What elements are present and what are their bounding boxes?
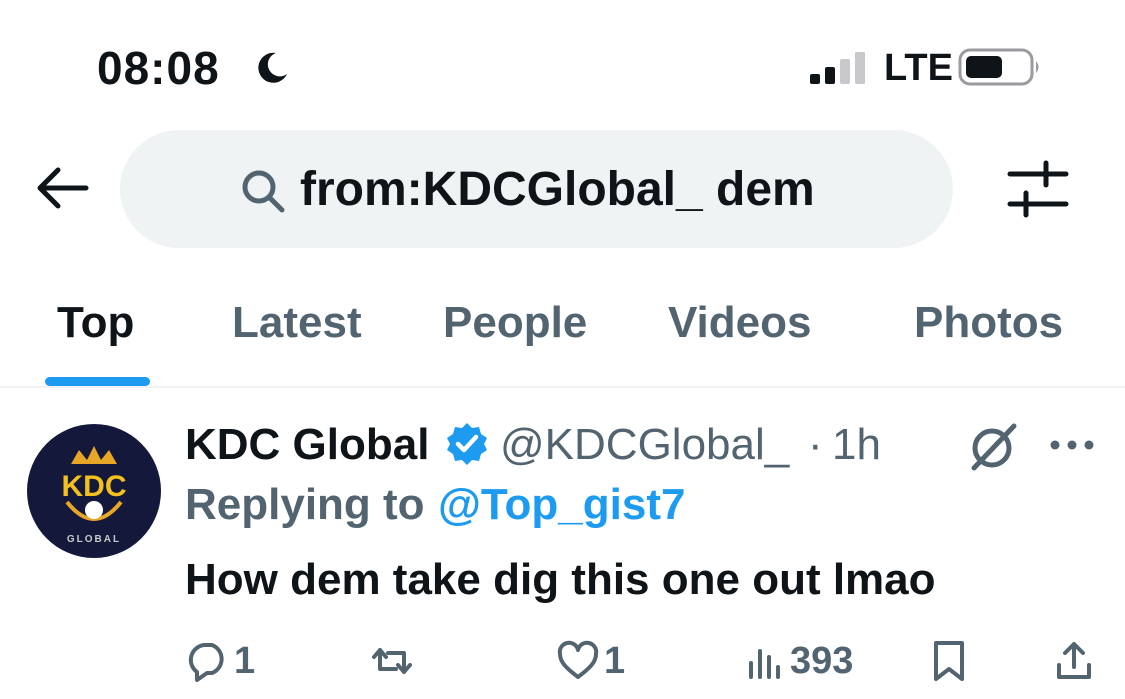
tab-top[interactable]: Top — [57, 296, 134, 350]
bookmark-button[interactable] — [930, 636, 968, 686]
author-name[interactable]: KDC Global — [185, 418, 429, 472]
share-icon — [1057, 642, 1091, 679]
meta-separator: · — [808, 420, 823, 469]
search-icon — [242, 170, 285, 213]
share-button[interactable] — [1054, 636, 1094, 686]
battery-icon — [958, 48, 1039, 86]
status-time: 08:08 — [97, 42, 220, 94]
like-button[interactable]: 1 — [556, 636, 625, 686]
bookmark-icon — [934, 641, 964, 681]
tweet-timestamp[interactable]: 1h — [832, 418, 881, 472]
avatar-logo-text: KDC — [62, 470, 127, 503]
verified-badge-icon — [447, 423, 487, 465]
views-button[interactable]: 393 — [746, 636, 853, 686]
tab-latest[interactable]: Latest — [232, 296, 362, 350]
like-count: 1 — [604, 640, 626, 682]
tab-videos[interactable]: Videos — [668, 296, 811, 350]
cellular-signal-icon — [810, 52, 865, 84]
reply-button[interactable]: 1 — [186, 636, 255, 686]
reply-icon — [188, 643, 224, 682]
avatar-logo-subtext: GLOBAL — [67, 534, 121, 545]
tweet-text: How dem take dig this one out lmao — [185, 555, 936, 604]
heart-icon — [557, 640, 599, 679]
avatar[interactable]: KDC GLOBAL — [27, 424, 161, 558]
active-tab-indicator — [45, 377, 150, 386]
network-type: LTE — [884, 47, 953, 89]
tab-people[interactable]: People — [443, 296, 587, 350]
replying-to-label: Replying to — [185, 480, 425, 529]
filter-settings-icon[interactable] — [1006, 160, 1070, 220]
more-options-icon[interactable] — [1048, 430, 1096, 460]
search-query[interactable]: from:KDCGlobal_ dem — [300, 160, 815, 220]
views-chart-icon — [749, 649, 780, 679]
reply-to-handle[interactable]: @Top_gist7 — [438, 478, 685, 532]
view-count: 393 — [790, 640, 854, 682]
tabs-divider — [0, 386, 1125, 388]
moon-icon — [258, 52, 287, 83]
kdc-logo: KDC GLOBAL — [62, 446, 127, 545]
back-arrow-icon[interactable] — [32, 164, 90, 212]
author-handle[interactable]: @KDCGlobal_ — [500, 418, 789, 472]
reply-count: 1 — [234, 640, 256, 682]
repost-icon — [372, 648, 412, 674]
repost-button[interactable] — [368, 636, 420, 686]
grok-icon[interactable] — [968, 420, 1020, 472]
tab-photos[interactable]: Photos — [914, 296, 1063, 350]
